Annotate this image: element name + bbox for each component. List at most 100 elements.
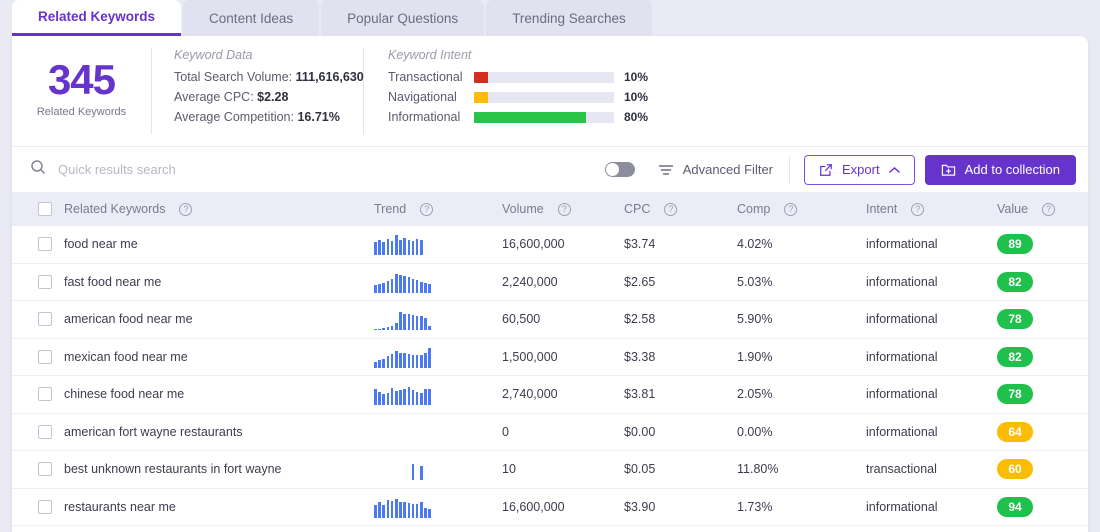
cell-comp: 5.03% — [737, 274, 773, 289]
sparkline-bar — [407, 239, 411, 256]
cell-keyword[interactable]: restaurants near me — [64, 500, 374, 514]
sparkline-bar — [399, 312, 402, 331]
column-header-keyword[interactable]: Related Keywords ? — [64, 202, 374, 216]
sparkline-bar — [382, 394, 385, 406]
cell-keyword[interactable]: chinese food near me — [64, 387, 374, 401]
column-header-cpc[interactable]: CPC ? — [624, 202, 737, 216]
sparkline-bar — [407, 354, 411, 368]
cell-keyword[interactable]: american food near me — [64, 312, 374, 326]
table-row[interactable]: fast food near me 2,240,000 $2.65 5.03% info… — [12, 264, 1088, 301]
cell-trend — [374, 496, 502, 518]
sparkline-bar — [382, 358, 385, 368]
row-checkbox[interactable] — [38, 424, 52, 439]
sparkline-bar — [407, 503, 411, 518]
tab-popular-questions[interactable]: Popular Questions — [321, 0, 485, 36]
row-checkbox[interactable] — [38, 387, 52, 402]
help-icon[interactable]: ? — [784, 202, 798, 216]
sparkline-bar — [374, 505, 377, 518]
select-all-checkbox[interactable] — [38, 202, 52, 216]
help-icon[interactable]: ? — [420, 202, 434, 216]
tab-content-ideas[interactable]: Content Ideas — [183, 0, 320, 36]
add-folder-icon — [941, 163, 956, 177]
sparkline-bar — [424, 283, 427, 293]
row-checkbox-cell — [12, 462, 64, 477]
row-checkbox-cell — [12, 312, 64, 327]
sparkline-bar — [424, 507, 427, 518]
sparkline-bar — [390, 278, 394, 293]
cell-comp: 5.90% — [737, 312, 773, 327]
row-checkbox[interactable] — [38, 312, 52, 327]
value-badge: 89 — [997, 234, 1033, 255]
sparkline-bar — [403, 276, 406, 293]
cell-trend — [374, 458, 502, 481]
filter-icon — [658, 163, 674, 177]
table-row[interactable]: food near me 16,600,000 $3.74 4.02% informat… — [12, 226, 1088, 264]
sparkline-bar — [428, 326, 432, 331]
sparkline-bar — [399, 501, 402, 518]
sparkline-bar — [374, 328, 377, 331]
tab-label: Related Keywords — [38, 9, 156, 24]
cell-keyword[interactable]: food near me — [64, 237, 374, 251]
help-icon[interactable]: ? — [664, 202, 678, 216]
sparkline-bar — [390, 388, 394, 406]
keyword-data-row: Average CPC: $2.28 — [174, 90, 363, 104]
cell-cpc: $0.00 — [624, 424, 656, 439]
row-checkbox[interactable] — [38, 499, 52, 514]
tab-label: Trending Searches — [512, 10, 626, 26]
sparkline-bar — [378, 283, 381, 293]
table-row[interactable]: best unknown restaurants in fort wayne 10… — [12, 451, 1088, 489]
cell-volume: 2,740,000 — [502, 387, 558, 402]
tab-related-keywords[interactable]: Related Keywords — [12, 0, 182, 36]
cell-keyword[interactable]: best unknown restaurants in fort wayne — [64, 462, 374, 476]
sparkline-bar — [378, 328, 381, 331]
sparkline-bar — [428, 283, 432, 293]
sparkline-bar — [420, 282, 423, 293]
sparkline-bar — [428, 389, 432, 406]
add-to-collection-button[interactable]: Add to collection — [924, 154, 1076, 185]
sparkline-bar — [407, 313, 411, 331]
cell-comp: 1.73% — [737, 499, 773, 514]
row-checkbox[interactable] — [38, 349, 52, 364]
tab-trending-searches[interactable]: Trending Searches — [486, 0, 652, 36]
cell-cpc: $2.65 — [624, 274, 656, 289]
column-header-trend[interactable]: Trend ? — [374, 202, 502, 216]
sparkline-bar — [420, 355, 423, 368]
value-badge: 94 — [997, 496, 1033, 517]
cell-keyword[interactable]: american fort wayne restaurants — [64, 425, 374, 439]
help-icon[interactable]: ? — [179, 202, 193, 216]
cell-volume: 0 — [502, 424, 509, 439]
row-checkbox[interactable] — [38, 274, 52, 289]
help-icon[interactable]: ? — [911, 202, 925, 216]
column-header-value[interactable]: Value ? — [997, 202, 1088, 216]
row-checkbox[interactable] — [38, 237, 52, 252]
row-checkbox[interactable] — [38, 462, 52, 477]
help-icon[interactable]: ? — [1042, 202, 1056, 216]
cell-keyword[interactable]: fast food near me — [64, 275, 374, 289]
search-area — [30, 159, 605, 180]
keyword-intent-row: Transactional 10% — [388, 70, 648, 84]
table-row[interactable]: american food near me 60,500 $2.58 5.90% inf… — [12, 301, 1088, 339]
export-icon — [819, 163, 833, 177]
sparkline-bar — [420, 316, 423, 331]
column-label: Value — [997, 202, 1029, 216]
column-header-comp[interactable]: Comp ? — [737, 202, 866, 216]
column-header-intent[interactable]: Intent ? — [866, 202, 997, 216]
table-row[interactable]: american fort wayne restaurants 0 $0.00 0.0… — [12, 414, 1088, 451]
sparkline-bar — [424, 317, 427, 331]
add-to-collection-label: Add to collection — [964, 162, 1060, 177]
keyword-data-value: $2.28 — [257, 90, 289, 104]
column-header-volume[interactable]: Volume ? — [502, 202, 624, 216]
sparkline-bar — [403, 353, 406, 368]
table-row[interactable]: chinese food near me 2,740,000 $3.81 2.05% i… — [12, 376, 1088, 414]
tab-label: Popular Questions — [347, 10, 459, 26]
table-row[interactable]: restaurants near me 16,600,000 $3.90 1.73% i… — [12, 489, 1088, 526]
advanced-filter-button[interactable]: Advanced Filter — [649, 162, 773, 177]
export-button[interactable]: Export — [804, 154, 915, 185]
advanced-filter-toggle[interactable] — [604, 162, 635, 177]
search-input[interactable] — [58, 162, 478, 177]
cell-keyword[interactable]: mexican food near me — [64, 350, 374, 364]
table-row[interactable]: mexican food near me 1,500,000 $3.38 1.90% i… — [12, 339, 1088, 376]
help-icon[interactable]: ? — [557, 202, 571, 216]
related-keywords-count: 345 Related Keywords — [12, 48, 152, 134]
keyword-intent-bar-track — [474, 111, 614, 123]
